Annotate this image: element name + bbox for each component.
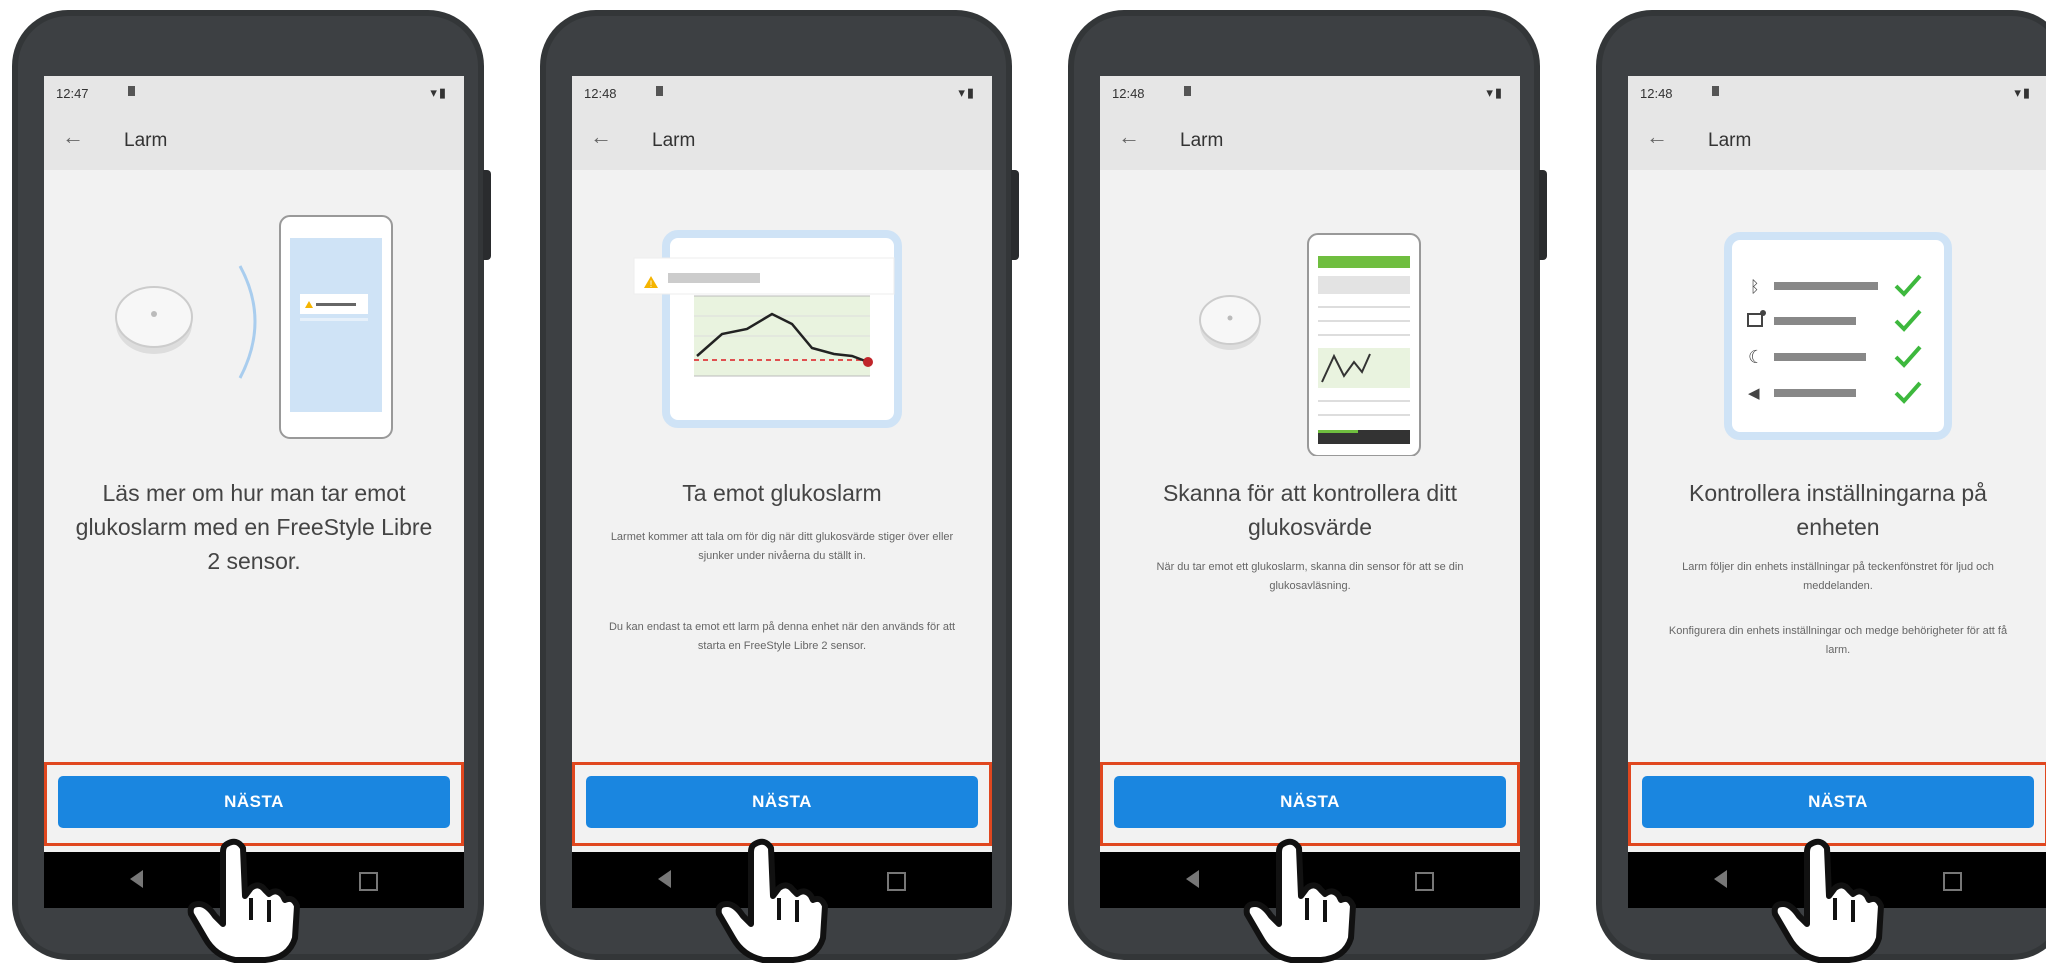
sim-icon (656, 86, 663, 96)
sim-icon (128, 86, 135, 96)
pointing-hand-icon (1243, 838, 1356, 963)
status-time: 12:47 (56, 86, 89, 101)
wifi-battery-icon: ▾▮ (2014, 85, 2032, 100)
pointing-hand-icon (187, 838, 300, 963)
nav-recents-icon[interactable] (359, 872, 378, 891)
phone-screen: 12:48 ▾▮ ← Larm Skanna för att kontrolle… (1100, 76, 1520, 908)
screen-heading: Ta emot glukoslarm (682, 480, 882, 506)
illustration-sensor-phone (44, 186, 464, 456)
svg-text:◀: ◀ (1748, 384, 1760, 402)
app-bar: ← Larm (44, 110, 464, 170)
svg-text:ᛒ: ᛒ (1750, 277, 1760, 296)
side-button (1011, 170, 1019, 260)
svg-text:!: ! (650, 279, 653, 289)
sim-icon (1712, 86, 1719, 96)
phone-screen: 12:48 ▾▮ ← Larm ᛒ ☾ ◀ Kontrollera instäl… (1628, 76, 2046, 908)
back-arrow-icon[interactable]: ← (590, 126, 612, 148)
status-bar: 12:47 ▾▮ (44, 76, 464, 110)
status-time: 12:48 (584, 86, 617, 101)
moon-icon: ☾ (1748, 347, 1764, 368)
screen-body-1: Larmet kommer att tala om för dig när di… (610, 531, 954, 562)
app-bar-title: Larm (1708, 130, 1752, 151)
illustration-scan-sensor (1100, 186, 1520, 457)
nav-back-icon[interactable] (658, 870, 671, 888)
phone-1: 12:47 ▾▮ ← Larm Läs mer om hur man tar e… (12, 10, 491, 960)
app-bar-title: Larm (1180, 130, 1224, 151)
screen-body-2: Konfigurera din enhets inställningar och… (1668, 625, 2008, 656)
status-bar: 12:48 ▾▮ (572, 76, 992, 110)
app-bar: ← Larm (1100, 110, 1520, 170)
wifi-battery-icon: ▾▮ (1486, 85, 1504, 100)
back-arrow-icon[interactable]: ← (62, 126, 84, 148)
phone-4: 12:48 ▾▮ ← Larm ᛒ ☾ ◀ Kontrollera instäl… (1596, 10, 2046, 960)
screen-heading: Skanna för att kontrollera ditt glukosvä… (1162, 480, 1458, 540)
nav-recents-icon[interactable] (887, 872, 906, 891)
next-button[interactable]: NÄSTA (58, 776, 450, 828)
phone-2: 12:48 ▾▮ ← Larm ! Ta emot glukoslarm Lar… (540, 10, 1019, 960)
phone-3: 12:48 ▾▮ ← Larm Skanna för att kontrolle… (1068, 10, 1547, 960)
next-button[interactable]: NÄSTA (586, 776, 978, 828)
screen-body-1: När du tar emot ett glukoslarm, skanna d… (1156, 561, 1464, 592)
next-button[interactable]: NÄSTA (1114, 776, 1506, 828)
screen-body-1: Larm följer din enhets inställningar på … (1682, 561, 1994, 592)
speaker-icon: ◀ (1748, 384, 1760, 402)
nav-recents-icon[interactable] (1415, 872, 1434, 891)
sensor-icon (115, 286, 193, 354)
sensor-icon (1199, 295, 1261, 350)
alert-banner: ! (633, 257, 895, 295)
nav-recents-icon[interactable] (1943, 872, 1962, 891)
app-bar-title: Larm (652, 130, 696, 151)
nav-back-icon[interactable] (130, 870, 143, 888)
back-arrow-icon[interactable]: ← (1118, 126, 1140, 148)
status-time: 12:48 (1112, 86, 1145, 101)
screen-heading: Kontrollera inställningarna på enheten (1689, 480, 1987, 540)
illustration-glucose-alarm: ! (572, 186, 992, 456)
side-button (483, 170, 491, 260)
app-bar: ← Larm (572, 110, 992, 170)
status-time: 12:48 (1640, 86, 1673, 101)
next-button[interactable]: NÄSTA (1642, 776, 2034, 828)
app-bar-title: Larm (124, 130, 168, 151)
status-bar: 12:48 ▾▮ (1100, 76, 1520, 110)
screen-body-2: Du kan endast ta emot ett larm på denna … (608, 621, 956, 652)
phone-illustration (279, 215, 393, 439)
bluetooth-icon: ᛒ (1750, 277, 1760, 296)
wifi-battery-icon: ▾▮ (958, 85, 976, 100)
phone-illustration (1307, 233, 1421, 457)
side-button (1539, 170, 1547, 260)
back-arrow-icon[interactable]: ← (1646, 126, 1668, 148)
status-bar: 12:48 ▾▮ (1628, 76, 2046, 110)
wifi-battery-icon: ▾▮ (430, 85, 448, 100)
illustration-settings-checklist: ᛒ ☾ ◀ (1628, 186, 2046, 456)
app-bar: ← Larm (1628, 110, 2046, 170)
svg-text:☾: ☾ (1748, 347, 1764, 368)
nav-back-icon[interactable] (1186, 870, 1199, 888)
phone-screen: 12:48 ▾▮ ← Larm ! Ta emot glukoslarm Lar… (572, 76, 992, 908)
pointing-hand-icon (1771, 838, 1884, 963)
screen-heading: Läs mer om hur man tar emot glukoslarm m… (75, 480, 433, 574)
pointing-hand-icon (715, 838, 828, 963)
sim-icon (1184, 86, 1191, 96)
nav-back-icon[interactable] (1714, 870, 1727, 888)
phone-screen: 12:47 ▾▮ ← Larm Läs mer om hur man tar e… (44, 76, 464, 908)
